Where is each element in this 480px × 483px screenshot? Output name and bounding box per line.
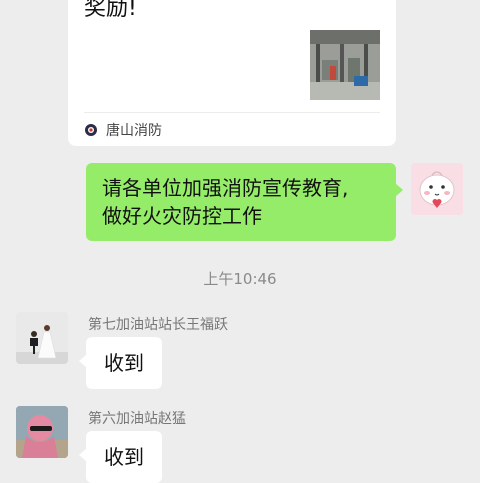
outgoing-message-bubble[interactable]: 请各单位加强消防宣传教育, 做好火灾防控工作: [86, 163, 403, 241]
card-divider: [84, 112, 380, 113]
sender-avatar-2[interactable]: [16, 406, 68, 458]
sender-name-1: 第七加油站站长王福跃: [88, 317, 228, 333]
card-source-label: 唐山消防: [106, 123, 162, 139]
sender-avatar-1[interactable]: [16, 312, 68, 364]
cartoon-character-avatar-icon: [411, 163, 463, 215]
card-thumbnail[interactable]: [310, 30, 380, 100]
message-timestamp: 上午10:46: [203, 270, 277, 288]
pink-hood-avatar-icon: [16, 406, 68, 458]
self-avatar[interactable]: [411, 163, 463, 215]
factory-photo-icon: [310, 30, 380, 100]
incoming-message-text-2: 收到: [104, 445, 144, 469]
incoming-message-text-1: 收到: [104, 351, 144, 375]
shared-article-card[interactable]: 奖励! 唐山消防: [68, 0, 396, 146]
card-source[interactable]: 唐山消防: [84, 119, 162, 141]
card-text: 奖励!: [84, 0, 137, 21]
incoming-message-bubble-1[interactable]: 收到: [79, 337, 162, 389]
fire-department-logo-icon: [85, 124, 97, 136]
incoming-message-bubble-2[interactable]: 收到: [79, 431, 162, 483]
wedding-photo-avatar-icon: [16, 312, 68, 364]
sender-name-2: 第六加油站赵猛: [88, 411, 186, 427]
outgoing-message-text: 请各单位加强消防宣传教育, 做好火灾防控工作: [102, 176, 349, 228]
